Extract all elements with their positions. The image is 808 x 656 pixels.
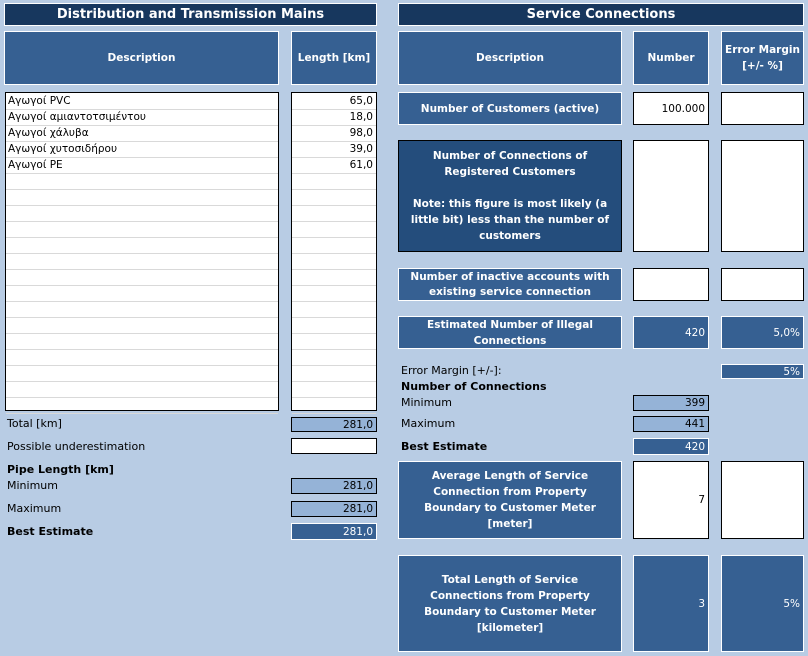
left-minimum-value: 281,0 [291,478,377,494]
pipe-length-row[interactable]: 61,0 [292,158,376,174]
pipe-description-row[interactable] [6,270,278,286]
pipe-description-row[interactable] [6,286,278,302]
total-length-label: Total Length of Service Connections from… [398,555,622,652]
pipe-length-row[interactable] [292,350,376,366]
pipe-length-row[interactable] [292,222,376,238]
pipe-description-row[interactable]: Αγωγοί χάλυβα [6,126,278,142]
pipe-length-row[interactable] [292,302,376,318]
registered-label: Number of Connections of Registered Cust… [432,150,588,178]
pipe-length-row[interactable] [292,238,376,254]
pipe-description-row[interactable]: Αγωγοί χυτοσιδήρου [6,142,278,158]
pipe-description-row[interactable] [6,366,278,382]
pipe-length-list[interactable]: 65,0 18,0 98,0 39,0 61,0 [291,92,377,414]
right-minimum-value: 399 [633,395,709,411]
pipe-description-row[interactable] [6,350,278,366]
registered-error-input[interactable] [721,140,804,252]
total-length-value: 3 [633,555,709,652]
pipe-description-row[interactable] [6,382,278,398]
right-minimum-label: Minimum [401,396,452,409]
right-maximum-value: 441 [633,416,709,432]
right-best-value: 420 [633,438,709,455]
registered-label-box: Number of Connections of Registered Cust… [398,140,622,252]
underestimation-input[interactable] [291,438,377,454]
service-connections-title: Service Connections [398,3,804,26]
pipe-length-row[interactable] [292,334,376,350]
number-header: Number [633,31,709,85]
inactive-label: Number of inactive accounts with existin… [398,268,622,301]
pipe-length-row[interactable] [292,190,376,206]
pipe-length-row[interactable] [292,286,376,302]
registered-note: Note: this figure is most likely (a litt… [410,198,610,242]
inactive-input[interactable] [633,268,709,301]
pipe-length-row[interactable]: 98,0 [292,126,376,142]
illegal-value: 420 [633,316,709,349]
total-length-error-value: 5% [721,555,804,652]
left-maximum-label: Maximum [7,502,62,515]
avg-length-input[interactable]: 7 [633,461,709,539]
inactive-error-input[interactable] [721,268,804,301]
error-margin-header: Error Margin [+/- %] [721,31,804,85]
pipe-length-row[interactable]: 65,0 [292,94,376,110]
customers-input[interactable]: 100.000 [633,92,709,125]
right-maximum-label: Maximum [401,417,456,430]
left-maximum-value: 281,0 [291,501,377,517]
left-description-header: Description [4,31,279,85]
total-label: Total [km] [7,417,62,430]
pipe-description-row[interactable]: Αγωγοί αμιαντοτσιμέντου [6,110,278,126]
customers-label: Number of Customers (active) [398,92,622,125]
pipe-length-row[interactable] [292,366,376,382]
customers-error-input[interactable] [721,92,804,125]
error-margin-label: Error Margin [+/-]: [401,364,502,377]
pipe-length-row[interactable] [292,254,376,270]
pipe-description-row[interactable] [6,206,278,222]
distribution-title: Distribution and Transmission Mains [4,3,377,26]
pipe-description-row[interactable]: Αγωγοί PVC [6,94,278,110]
length-header: Length [km] [291,31,377,85]
left-best-value: 281,0 [291,523,377,540]
pipe-description-row[interactable] [6,302,278,318]
error-margin-value: 5% [721,364,804,379]
left-best-label: Best Estimate [7,525,94,538]
registered-input[interactable] [633,140,709,252]
pipe-length-label: Pipe Length [km] [7,463,114,476]
avg-length-error-input[interactable] [721,461,804,539]
avg-length-label: Average Length of Service Connection fro… [398,461,622,539]
pipe-length-row[interactable]: 39,0 [292,142,376,158]
pipe-length-row[interactable] [292,318,376,334]
underestimation-label: Possible underestimation [7,440,146,453]
total-value: 281,0 [291,417,377,432]
pipe-description-row[interactable] [6,222,278,238]
pipe-description-row[interactable] [6,190,278,206]
right-best-label: Best Estimate [401,440,488,453]
pipe-description-row[interactable] [6,238,278,254]
pipe-length-row[interactable] [292,398,376,414]
illegal-error-value: 5,0% [721,316,804,349]
pipe-description-row[interactable] [6,398,278,414]
pipe-description-row[interactable]: Αγωγοί PE [6,158,278,174]
pipe-length-row[interactable]: 18,0 [292,110,376,126]
pipe-description-row[interactable] [6,334,278,350]
pipe-description-row[interactable] [6,254,278,270]
pipe-length-row[interactable] [292,270,376,286]
right-description-header: Description [398,31,622,85]
left-minimum-label: Minimum [7,479,58,492]
pipe-length-row[interactable] [292,206,376,222]
pipe-description-row[interactable] [6,174,278,190]
pipe-description-list[interactable]: Αγωγοί PVC Αγωγοί αμιαντοτσιμέντου Αγωγοί … [5,92,279,414]
illegal-label: Estimated Number of Illegal Connections [398,316,622,349]
connections-label: Number of Connections [401,380,547,393]
pipe-length-row[interactable] [292,382,376,398]
pipe-length-row[interactable] [292,174,376,190]
pipe-description-row[interactable] [6,318,278,334]
